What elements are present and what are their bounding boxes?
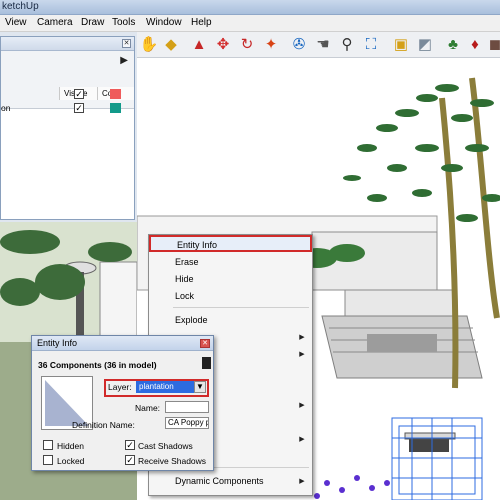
layers-toolbar: ▶ Visible Color	[1, 51, 134, 109]
window-title: ketchUp	[2, 1, 39, 12]
push-pull-icon[interactable]: ▲	[189, 35, 209, 55]
layer-label: Layer:	[108, 382, 132, 392]
definition-name-input[interactable]: CA Poppy plant	[165, 417, 209, 429]
menu-item-dynamic-components[interactable]: Dynamic Components	[149, 473, 312, 490]
locked-checkbox[interactable]	[43, 455, 53, 465]
layers-panel-header: ✕	[1, 37, 134, 51]
layers-panel: ✕ ▶ Visible Color ✓ on ✓	[0, 36, 135, 220]
submenu-arrow-icon: ▶	[299, 334, 305, 341]
pan-icon[interactable]: ☚	[313, 35, 333, 55]
close-icon[interactable]: ✕	[200, 339, 210, 348]
menu-separator	[173, 307, 309, 308]
dialog-title: Entity Info	[32, 336, 213, 351]
details-arrow-icon[interactable]: ▶	[120, 55, 128, 66]
menu-tools[interactable]: Tools	[112, 17, 135, 28]
receive-shadows-checkbox[interactable]: ✓	[125, 455, 135, 465]
layer-color-swatch[interactable]	[110, 103, 121, 113]
submenu-arrow-icon: ▶	[299, 436, 305, 443]
get-models-icon[interactable]: ▣	[391, 35, 411, 55]
menu-item-explode[interactable]: Explode	[149, 312, 312, 329]
cast-shadows-label: Cast Shadows	[138, 441, 193, 451]
name-label: Name:	[135, 403, 161, 413]
selection-summary: 36 Components (36 in model)	[38, 360, 157, 370]
layer-color-swatch[interactable]	[110, 89, 121, 99]
components-icon[interactable]: ♣	[443, 35, 463, 55]
hidden-label: Hidden	[57, 441, 84, 451]
chevron-down-icon[interactable]: ▼	[194, 381, 206, 393]
paint-bucket-icon[interactable]: ◆	[161, 35, 181, 55]
follow-me-icon[interactable]: ✦	[261, 35, 281, 55]
menu-camera[interactable]: Camera	[37, 17, 73, 28]
zoom-icon[interactable]: ⚲	[337, 35, 357, 55]
hidden-checkbox[interactable]	[43, 440, 53, 450]
share-model-icon[interactable]: ◩	[415, 35, 435, 55]
main-toolbar: ✋ ◆ ▲ ✥ ↻ ✦ ✇ ☚ ⚲ ⛶ ▣ ◩ ♣ ♦ ◼	[137, 32, 500, 58]
layer-visible-checkbox[interactable]: ✓	[74, 89, 84, 99]
name-input[interactable]	[165, 401, 209, 413]
submenu-arrow-icon: ▶	[299, 402, 305, 409]
menu-help[interactable]: Help	[191, 17, 212, 28]
layer-select[interactable]: plantation	[136, 381, 194, 393]
definition-name-label: Definition Name:	[72, 420, 135, 430]
menu-item-lock[interactable]: Lock	[149, 288, 312, 305]
zoom-extents-icon[interactable]: ⛶	[361, 35, 381, 55]
title-bar: ketchUp	[0, 0, 500, 15]
menu-window[interactable]: Window	[146, 17, 182, 28]
orbit-icon[interactable]: ✇	[289, 35, 309, 55]
submenu-arrow-icon: ▶	[299, 478, 305, 485]
menu-item-hide[interactable]: Hide	[149, 271, 312, 288]
extensions-icon[interactable]: ◼	[485, 35, 500, 55]
cast-shadows-checkbox[interactable]: ✓	[125, 440, 135, 450]
locked-label: Locked	[57, 456, 85, 466]
menu-bar: View Camera Draw Tools Window Help	[0, 15, 500, 32]
materials-icon[interactable]: ♦	[465, 35, 485, 55]
layer-visible-checkbox[interactable]: ✓	[74, 103, 84, 113]
menu-view[interactable]: View	[5, 17, 27, 28]
menu-item-entity-info[interactable]: Entity Info	[149, 235, 312, 252]
walk-icon[interactable]: ✋	[139, 35, 159, 55]
close-icon[interactable]: ✕	[122, 39, 131, 48]
rotate-icon[interactable]: ↻	[237, 35, 257, 55]
menu-draw[interactable]: Draw	[81, 17, 104, 28]
submenu-arrow-icon: ▶	[299, 351, 305, 358]
menu-item-erase[interactable]: Erase	[149, 254, 312, 271]
layer-name: on	[1, 103, 11, 113]
entity-info-dialog: Entity Info ✕ 36 Components (36 in model…	[31, 335, 214, 471]
move-icon[interactable]: ✥	[213, 35, 233, 55]
receive-shadows-label: Receive Shadows	[138, 456, 207, 466]
details-toggle-icon[interactable]	[202, 357, 211, 369]
